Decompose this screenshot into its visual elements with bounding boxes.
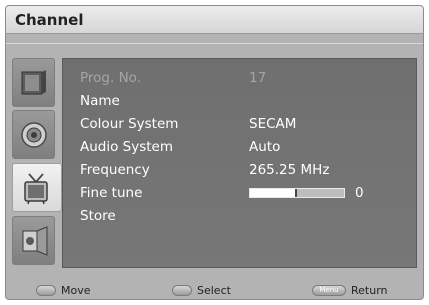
footer-hints: Move Select Menu Return [6,282,423,299]
move-key-icon [36,285,56,296]
tv-screen-icon [21,70,46,95]
menu-row-value: 265.25 MHz [249,162,330,178]
hint-return-label: Return [351,284,388,297]
sidebar-item-channel[interactable] [12,163,62,212]
channel-menu-screen: Channel Prog. No. 17 Name Colour System … [5,5,424,300]
fine-tune-value: 0 [355,185,364,201]
channel-settings-panel: Prog. No. 17 Name Colour System SECAM Au… [62,58,417,268]
menu-row-value: Auto [249,139,281,155]
setup-icon [22,226,48,256]
menu-row-name[interactable]: Name [80,90,410,112]
menu-row-label: Prog. No. [80,70,141,86]
hint-move-label: Move [61,284,91,297]
menu-row-value: SECAM [249,116,297,132]
menu-row-store[interactable]: Store [80,205,410,227]
speaker-icon [21,122,47,148]
menu-key-icon: Menu [312,285,346,296]
menu-row-label: Frequency [80,162,150,178]
select-key-icon [172,285,192,296]
hint-select-label: Select [197,284,231,297]
window-title: Channel [15,11,84,29]
menu-row-prog-no: Prog. No. 17 [80,67,410,89]
menu-row-fine-tune[interactable]: Fine tune 0 [80,182,410,204]
menu-row-label: Colour System [80,116,179,132]
fine-tune-slider[interactable] [249,188,345,198]
menu-row-value: 17 [249,70,267,86]
menu-row-frequency[interactable]: Frequency 265.25 MHz [80,159,410,181]
sidebar-item-sound[interactable] [12,110,55,159]
menu-row-label: Store [80,208,116,224]
sidebar-item-picture[interactable] [12,58,55,107]
fine-tune-slider-fill [250,189,297,197]
menu-row-label: Name [80,93,120,109]
sidebar-item-setup[interactable] [12,216,55,265]
menu-row-label: Audio System [80,139,174,155]
menu-row-audio-system[interactable]: Audio System Auto [80,136,410,158]
menu-row-label: Fine tune [80,185,143,201]
antenna-tv-icon [24,173,48,205]
title-separator [6,43,423,44]
menu-row-colour-system[interactable]: Colour System SECAM [80,113,410,135]
menu-category-sidebar [12,58,62,265]
title-bar: Channel [6,6,423,34]
